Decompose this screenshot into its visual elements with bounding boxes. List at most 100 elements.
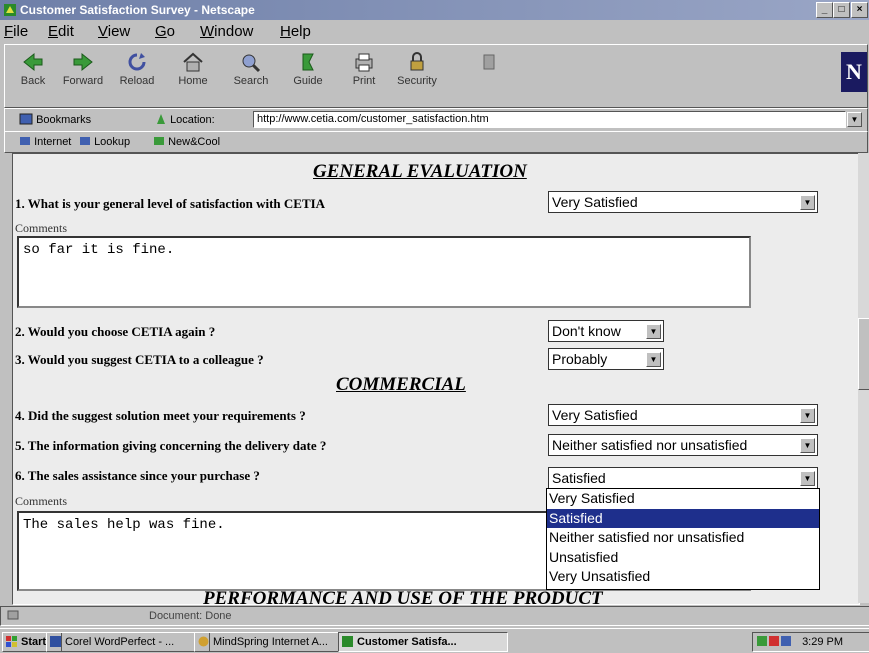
option-unsatisfied[interactable]: Unsatisfied	[547, 548, 819, 568]
q2-choose-again-select[interactable]: Don't know ▼	[548, 320, 664, 342]
connection-status-icon	[7, 609, 19, 624]
q3-suggest-select[interactable]: Probably ▼	[548, 348, 664, 370]
task-wordperfect[interactable]: Corel WordPerfect - ...	[46, 632, 210, 652]
q5-selected-value: Neither satisfied nor unsatisfied	[552, 437, 748, 453]
q4-requirements-select[interactable]: Very Satisfied ▼	[548, 404, 818, 426]
menu-bar: File Edit View Go Window Help	[0, 20, 869, 42]
clock: 3:29 PM	[802, 636, 844, 648]
menu-edit[interactable]: Edit	[48, 23, 74, 40]
printer-icon	[355, 53, 373, 72]
chevron-down-icon: ▼	[800, 195, 815, 210]
q1-satisfaction-select[interactable]: Very Satisfied ▼	[548, 191, 818, 213]
option-very-satisfied[interactable]: Very Satisfied	[547, 489, 819, 509]
q6-dropdown-list: Very Satisfied Satisfied Neither satisfi…	[546, 488, 820, 590]
section-general-evaluation: GENERAL EVALUATION	[313, 161, 527, 182]
question-5: 5. The information giving concerning the…	[15, 438, 327, 453]
wordperfect-icon	[50, 636, 61, 647]
menu-go[interactable]: Go	[155, 23, 175, 40]
forward-button[interactable]: Forward	[57, 51, 109, 87]
task-mindspring-label: MindSpring Internet A...	[213, 636, 328, 648]
lookup-button[interactable]: Lookup	[79, 135, 130, 148]
minimize-button[interactable]: _	[816, 2, 833, 18]
option-neither[interactable]: Neither satisfied nor unsatisfied	[547, 528, 819, 548]
print-button[interactable]: Print	[338, 51, 390, 87]
security-lock-icon	[410, 52, 424, 71]
comment-1-text: so far it is fine.	[23, 242, 175, 258]
comments-label-1: Comments	[15, 221, 68, 235]
menu-view[interactable]: View	[98, 23, 130, 40]
location-label-wrap: Location:	[155, 113, 215, 126]
comment-2-text: The sales help was fine.	[23, 517, 225, 533]
netscape-app-icon	[3, 3, 17, 17]
reload-label: Reload	[119, 75, 155, 87]
task-wordperfect-label: Corel WordPerfect - ...	[65, 636, 175, 648]
chevron-down-icon: ▼	[800, 408, 815, 423]
q6-sales-assistance-select[interactable]: Satisfied ▼	[548, 467, 818, 489]
task-customer-satisfaction[interactable]: Customer Satisfa...	[338, 632, 508, 652]
menu-file[interactable]: File	[4, 23, 28, 40]
windows-logo-icon	[6, 636, 17, 647]
option-satisfied[interactable]: Satisfied	[547, 508, 819, 528]
newcool-label: New&Cool	[168, 136, 221, 148]
q2-selected-value: Don't know	[552, 323, 621, 339]
lookup-label: Lookup	[94, 136, 131, 148]
security-button[interactable]: Security	[391, 51, 443, 87]
q5-delivery-select[interactable]: Neither satisfied nor unsatisfied ▼	[548, 434, 818, 456]
tray-icons[interactable]	[757, 635, 791, 647]
home-button[interactable]: Home	[167, 51, 219, 87]
maximize-button[interactable]: □	[833, 2, 850, 18]
back-button[interactable]: Back	[7, 51, 59, 87]
navigation-toolbar: Back Forward Reload Home Search Guide Pr…	[4, 44, 868, 108]
bookmarks-button[interactable]: Bookmarks	[19, 113, 91, 126]
location-toolbar: Bookmarks Location: http://www.cetia.com…	[4, 108, 868, 132]
search-button[interactable]: Search	[225, 51, 277, 87]
reload-button[interactable]: Reload	[111, 51, 163, 87]
q3-selected-value: Probably	[552, 351, 608, 367]
q1-selected-value: Very Satisfied	[552, 194, 638, 210]
internet-button[interactable]: Internet	[19, 135, 71, 148]
comments-label-2: Comments	[15, 494, 68, 508]
netscape-icon	[342, 636, 353, 647]
home-icon	[183, 52, 203, 72]
question-6: 6. The sales assistance since your purch…	[15, 468, 260, 483]
scrollbar-thumb[interactable]	[858, 318, 869, 390]
close-button[interactable]: ×	[851, 2, 868, 18]
windows-taskbar: Start Corel WordPerfect - ... MindSpring…	[0, 628, 869, 653]
question-1: 1. What is your general level of satisfa…	[15, 196, 326, 211]
back-label: Back	[20, 75, 46, 87]
chevron-down-icon: ▼	[800, 471, 815, 486]
search-icon	[242, 54, 261, 73]
url-input[interactable]: http://www.cetia.com/customer_satisfacti…	[253, 111, 846, 128]
menu-window[interactable]: Window	[200, 23, 253, 40]
chevron-down-icon: ▼	[646, 324, 661, 339]
url-history-dropdown-icon[interactable]: ▼	[847, 112, 862, 127]
option-very-unsatisfied[interactable]: Very Unsatisfied	[547, 567, 819, 587]
stop-icon	[483, 54, 495, 70]
menu-help[interactable]: Help	[280, 23, 311, 40]
status-bar: Document: Done	[0, 606, 869, 626]
page-scrollbar[interactable]	[858, 153, 869, 603]
folder-icon	[20, 137, 30, 145]
forward-label: Forward	[62, 75, 104, 87]
status-text: Document: Done	[149, 610, 232, 622]
browser-icon	[198, 636, 209, 647]
security-label: Security	[397, 75, 437, 87]
guide-button[interactable]: Guide	[282, 51, 334, 87]
print-label: Print	[352, 75, 376, 87]
home-label: Home	[178, 75, 208, 87]
task-mindspring[interactable]: MindSpring Internet A...	[194, 632, 354, 652]
page-proxy-icon[interactable]	[155, 113, 167, 125]
system-tray: 3:29 PM	[752, 632, 869, 652]
question-2: 2. Would you choose CETIA again ?	[15, 324, 216, 339]
chevron-down-icon: ▼	[800, 438, 815, 453]
newcool-button[interactable]: New&Cool	[153, 135, 220, 148]
netscape-logo: N	[841, 52, 867, 92]
folder-icon	[80, 137, 90, 145]
guide-label: Guide	[293, 75, 323, 87]
title-bar: Customer Satisfaction Survey - Netscape …	[0, 0, 869, 20]
bookmark-icon	[19, 113, 33, 125]
bookmarks-label: Bookmarks	[36, 114, 92, 126]
comment-1-textarea[interactable]: so far it is fine.	[17, 236, 751, 308]
stop-button[interactable]	[463, 51, 515, 75]
question-4: 4. Did the suggest solution meet your re…	[15, 408, 306, 423]
